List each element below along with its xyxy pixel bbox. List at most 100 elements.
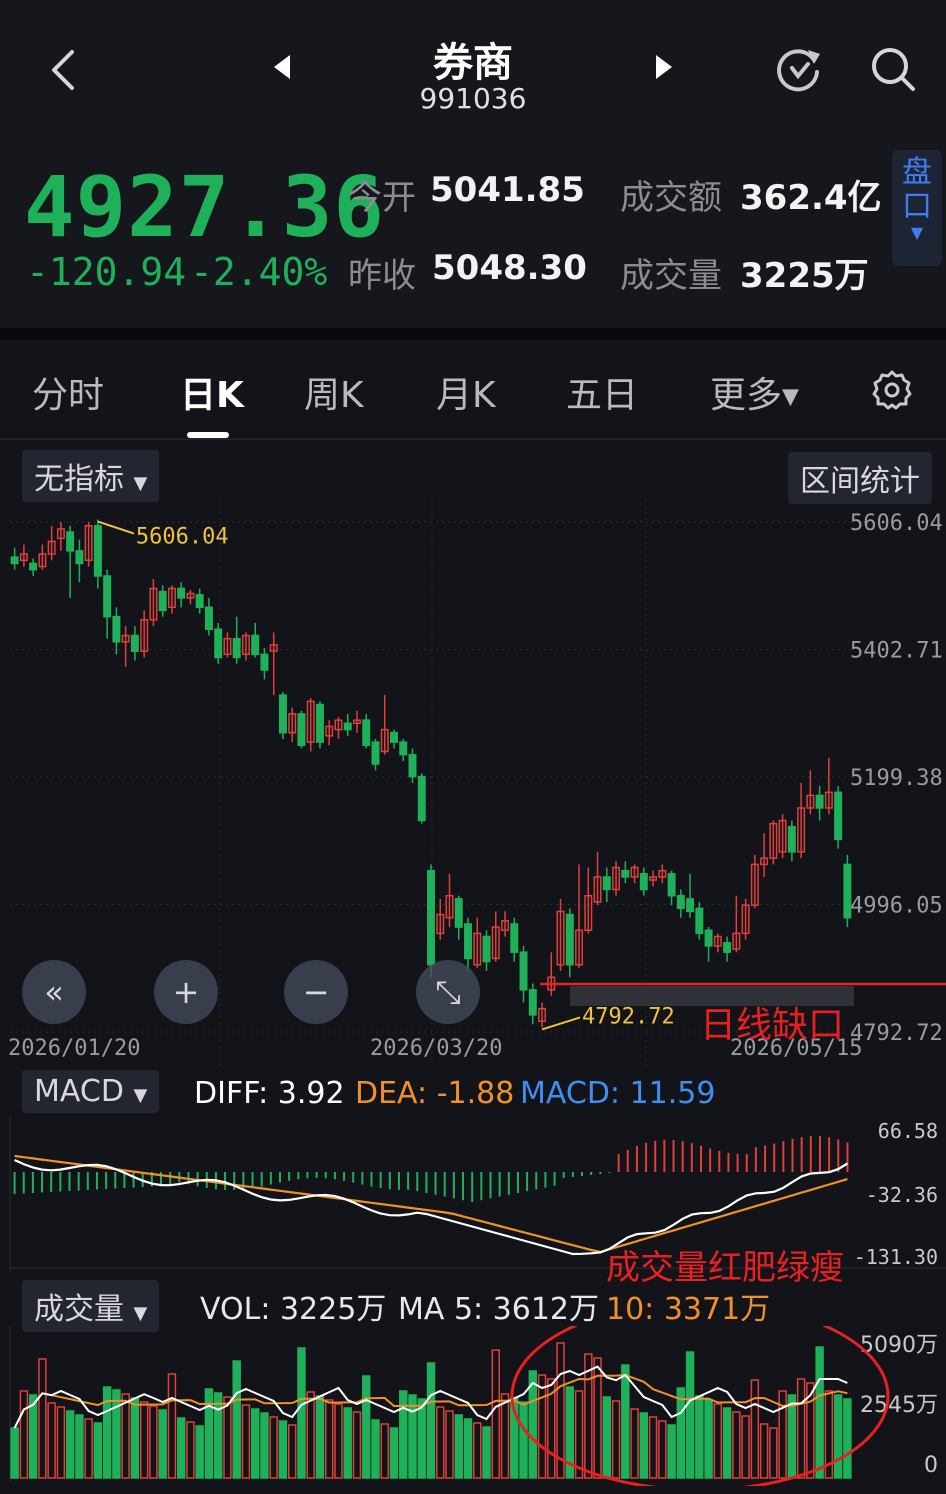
caret-down-icon: ▼ <box>133 1303 148 1324</box>
y-tick-label: 5199.38 <box>850 766 943 791</box>
candle <box>362 719 371 747</box>
volume-bar <box>426 1362 436 1479</box>
volume-bar <box>343 1407 352 1479</box>
candle <box>204 606 213 631</box>
last-price: 4927.36 <box>24 158 386 256</box>
candle <box>371 741 380 765</box>
volume-label: 成交量 <box>620 256 722 296</box>
volume-bar <box>139 1401 149 1479</box>
volume-bar <box>47 1402 56 1479</box>
volume-bar <box>611 1400 621 1479</box>
volume-bar <box>176 1417 186 1479</box>
candle <box>565 913 574 966</box>
volume-bar <box>676 1387 686 1479</box>
candle <box>103 575 112 618</box>
volume-bar <box>796 1378 806 1479</box>
candle <box>158 590 167 612</box>
candle <box>251 634 260 656</box>
candle <box>482 935 491 963</box>
vol-value: VOL: 3225万 <box>200 1292 387 1327</box>
zoom-out-button[interactable]: − <box>284 960 348 1024</box>
volume-bar <box>19 1390 29 1479</box>
tab-daily-k[interactable]: 日K <box>180 366 244 418</box>
indicator-selector[interactable]: 无指标 ▼ <box>22 450 160 502</box>
tab-more[interactable]: 更多▼ <box>710 366 799 418</box>
volume-bar <box>130 1397 140 1479</box>
candle <box>66 531 75 552</box>
volume-bar <box>722 1407 732 1479</box>
candle <box>75 550 84 565</box>
volume-bar <box>408 1394 417 1479</box>
volume-bar <box>213 1392 223 1479</box>
volume-bar <box>463 1418 473 1479</box>
macd-selector[interactable]: MACD ▼ <box>22 1070 160 1113</box>
volume-bar <box>278 1420 288 1479</box>
scroll-left-button[interactable]: « <box>22 960 86 1024</box>
volume-bar <box>500 1393 510 1479</box>
candle <box>695 907 704 935</box>
volume-bar <box>362 1375 371 1479</box>
candle <box>815 794 824 809</box>
tab-monthly-k[interactable]: 月K <box>436 366 496 418</box>
volume-bar <box>833 1394 843 1479</box>
volume-selector[interactable]: 成交量 ▼ <box>22 1280 160 1332</box>
search-icon[interactable] <box>868 44 918 98</box>
gear-icon[interactable] <box>872 370 912 414</box>
candle <box>177 587 186 599</box>
pankou-button[interactable]: 盘口 ▼ <box>892 150 942 266</box>
caret-down-icon: ▼ <box>782 384 799 410</box>
volume-bar <box>93 1422 103 1479</box>
candle <box>519 951 528 991</box>
candle <box>417 775 426 822</box>
candle <box>787 826 796 853</box>
volume-bar <box>667 1424 676 1479</box>
volume-bar <box>519 1401 528 1479</box>
macd-dea: DEA: -1.88 <box>355 1076 515 1111</box>
candle <box>704 929 713 947</box>
volume-bar <box>750 1379 760 1479</box>
candle <box>427 869 435 966</box>
tab-weekly-k[interactable]: 周K <box>304 366 364 418</box>
volume-bar <box>297 1347 306 1479</box>
candle <box>464 923 472 960</box>
refresh-icon[interactable] <box>774 44 824 98</box>
volume-bar <box>815 1346 824 1479</box>
volume-bar <box>574 1390 584 1479</box>
fullscreen-button[interactable]: ⤡ <box>416 960 480 1024</box>
candle <box>10 556 19 565</box>
x-tick: 2026/03/20 <box>370 1036 503 1061</box>
volume-bar <box>389 1427 399 1479</box>
volume-bar <box>84 1418 93 1479</box>
prev-close-label: 昨收 <box>348 256 416 296</box>
vol-ma10: 10: 3371万 <box>606 1292 771 1327</box>
candle <box>297 713 306 747</box>
tab-five-day[interactable]: 五日 <box>566 366 638 418</box>
volume-bar <box>695 1395 704 1479</box>
volume-bar <box>250 1408 260 1479</box>
zoom-in-button[interactable]: + <box>154 960 218 1024</box>
triangle-right-icon[interactable] <box>654 54 674 84</box>
candle <box>408 753 417 778</box>
volume-bar <box>704 1399 713 1479</box>
macd-y-tick: -131.30 <box>854 1245 938 1269</box>
low-label: 4792.72 <box>582 1004 675 1029</box>
volume-selector-label: 成交量 <box>34 1292 124 1327</box>
pankou-label: 盘口 <box>902 155 932 224</box>
candle <box>723 942 732 953</box>
candle <box>315 703 324 743</box>
macd-y-tick: 66.58 <box>878 1119 938 1143</box>
volume-bar <box>232 1360 241 1479</box>
volume-bar <box>167 1373 177 1479</box>
volume-bar <box>380 1423 389 1479</box>
range-stats-button[interactable]: 区间统计 <box>788 452 932 504</box>
tab-fenshi[interactable]: 分时 <box>32 366 104 418</box>
volume-bar <box>491 1349 500 1479</box>
volume-y-tick: 2545万 <box>860 1393 938 1418</box>
volume-bar <box>352 1411 362 1479</box>
candle <box>686 898 695 913</box>
volume-bar <box>315 1395 325 1479</box>
candle <box>667 873 676 897</box>
macd-diff: DIFF: 3.92 <box>194 1076 345 1111</box>
high-marker-line <box>97 520 135 535</box>
volume-bar <box>417 1398 426 1479</box>
